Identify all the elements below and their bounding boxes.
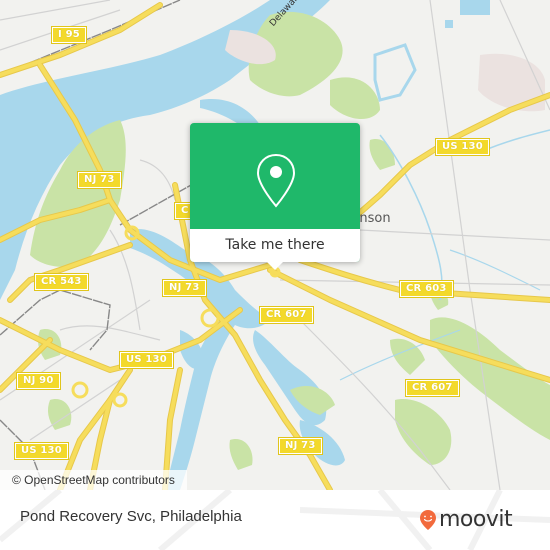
river-inlet (200, 99, 260, 125)
moovit-logo[interactable]: moovit (419, 507, 513, 532)
route-shield-nj90: NJ 90 (16, 372, 61, 390)
brand-wordmark: moovit (439, 507, 513, 532)
route-shield-us130: US 130 (14, 442, 69, 460)
moovit-smile-pin-icon (420, 510, 436, 530)
popup-pointer (267, 262, 283, 270)
route-shield-cr603: CR 603 (399, 280, 454, 298)
map-canvas[interactable]: I 95 NJ 73 C US 130 CR 543 NJ 73 CR 603 … (0, 0, 550, 490)
route-shield-nj73: NJ 73 (77, 171, 122, 189)
footer-bar: Pond Recovery Svc, Philadelphia moovit (0, 490, 550, 550)
route-shield-i95: I 95 (51, 26, 87, 44)
route-shield-cr543: CR 543 (34, 273, 89, 291)
map-attribution[interactable]: © OpenStreetMap contributors (0, 470, 187, 490)
map-pin-icon (256, 153, 296, 208)
location-popup: Take me there (190, 123, 360, 270)
route-shield-nj73: NJ 73 (278, 437, 323, 455)
route-shield-cr607: CR 607 (405, 379, 460, 397)
route-shield-nj73: NJ 73 (162, 279, 207, 297)
route-shield-cr607: CR 607 (259, 306, 314, 324)
take-me-there-button[interactable]: Take me there (190, 229, 360, 262)
route-shield-us130: US 130 (119, 351, 174, 369)
place-name: Pond Recovery Svc, Philadelphia (20, 508, 242, 525)
route-shield-us130: US 130 (435, 138, 490, 156)
